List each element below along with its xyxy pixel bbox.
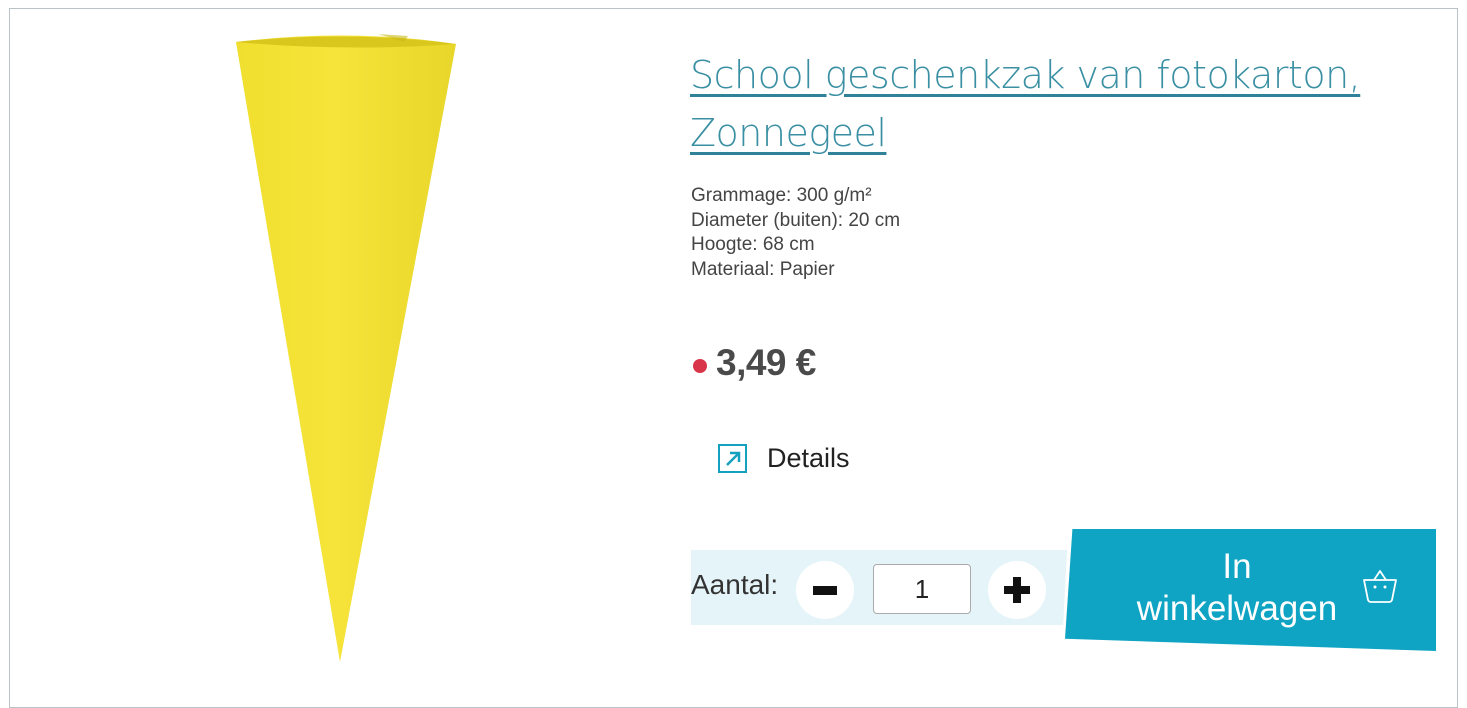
price-status-dot [693,359,707,373]
details-link[interactable]: Details [718,443,850,474]
plus-icon [1004,577,1030,603]
spec-grammage: Grammage: 300 g/m² [691,185,872,206]
add-to-cart-label: In winkelwagen [1136,547,1338,628]
product-specs: Grammage: 300 g/m² Diameter (buiten): 20… [691,184,900,282]
quantity-input[interactable] [873,564,971,614]
details-label: Details [767,443,850,473]
external-link-icon [718,444,747,473]
product-image[interactable] [228,30,464,666]
quantity-label: Aantal: [691,569,779,600]
basket-icon [1363,570,1397,603]
decrease-quantity-button[interactable] [796,561,854,619]
product-price: 3,49 € [716,342,816,383]
spec-material: Materiaal: Papier [691,258,835,280]
increase-quantity-button[interactable] [988,561,1046,619]
minus-icon [813,585,837,595]
product-title[interactable]: School geschenkzak van fotokarton, Zonneg… [690,46,1390,162]
product-title-link[interactable]: School geschenkzak van fotokarton, Zonneg… [690,53,1361,155]
spec-diameter: Diameter (buiten): 20 cm [691,209,901,231]
price-row: 3,49 € [693,342,816,384]
spec-height: Hoogte: 68 cm [691,234,815,255]
